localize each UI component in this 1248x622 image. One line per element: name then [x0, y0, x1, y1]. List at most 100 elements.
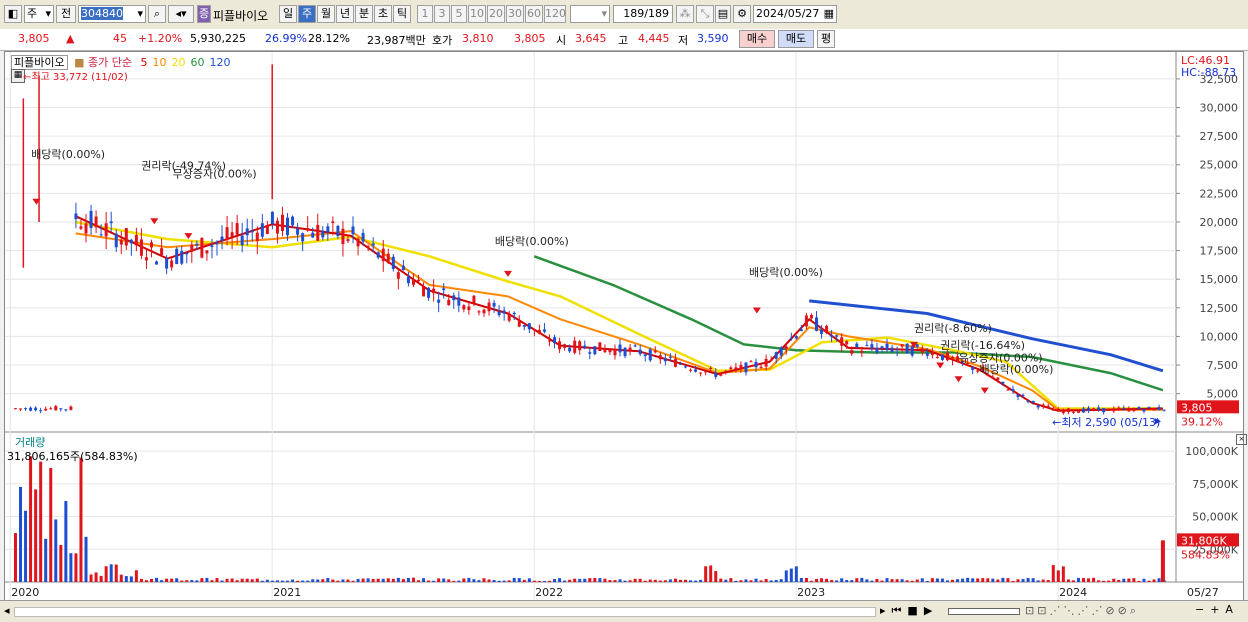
- candle-body: [69, 406, 73, 410]
- interval-button[interactable]: 3: [434, 5, 450, 23]
- prefix-button[interactable]: 전: [56, 5, 76, 23]
- volume-bar: [633, 578, 637, 582]
- open-label: 시: [556, 34, 567, 47]
- candle-body: [673, 358, 677, 367]
- volume-bar: [1107, 580, 1111, 582]
- candle-body: [155, 261, 159, 265]
- volume-bar: [1137, 580, 1141, 582]
- volume-bar: [1157, 578, 1161, 582]
- volume-bar: [134, 570, 138, 582]
- volume-bar: [1097, 580, 1101, 582]
- volume-bar: [391, 578, 395, 582]
- volume-bar: [1092, 577, 1096, 582]
- low-marker: ←최저 2,590 (05/13): [1052, 416, 1160, 429]
- sell-button[interactable]: 매도: [778, 30, 814, 48]
- volume-bar: [205, 577, 209, 582]
- event-label: 배당락(0.00%): [31, 148, 105, 161]
- save-icon[interactable]: ▤: [715, 5, 731, 23]
- candle-body: [643, 354, 647, 357]
- candle-body: [79, 226, 83, 229]
- zoom-slider[interactable]: [948, 608, 1020, 615]
- volume-bar: [563, 580, 567, 582]
- price-tick-label: 5,000: [1207, 388, 1239, 401]
- period-tab[interactable]: 년: [336, 5, 354, 23]
- period-tab[interactable]: 주: [298, 5, 316, 23]
- legend-ma-120: 120: [209, 56, 231, 69]
- period-tab[interactable]: 틱: [393, 5, 411, 23]
- speaker-icon[interactable]: ◂▾: [168, 5, 194, 23]
- volume-bar: [623, 580, 627, 582]
- volume-bar: [945, 580, 949, 582]
- link-icon[interactable]: ⁂: [676, 5, 694, 23]
- volume-bar: [1031, 578, 1035, 582]
- interval-button[interactable]: 10: [468, 5, 486, 23]
- candle-body: [699, 372, 703, 374]
- candle-body: [522, 325, 526, 327]
- candle-body: [769, 359, 773, 361]
- candle-body: [1071, 411, 1075, 413]
- volume-bar: [1102, 580, 1106, 582]
- close-icon[interactable]: ×: [1236, 434, 1247, 445]
- candle-body: [935, 356, 939, 358]
- zoom-icons[interactable]: −+A: [1195, 603, 1239, 616]
- interval-button[interactable]: 1: [417, 5, 433, 23]
- market-select[interactable]: 주 ▾: [24, 5, 54, 23]
- volume-bar: [991, 578, 995, 582]
- interval-button[interactable]: 30: [506, 5, 524, 23]
- candle-body: [1001, 381, 1005, 384]
- event-label: 무상증자(0.00%): [173, 167, 257, 180]
- count-field[interactable]: 189/189: [613, 5, 673, 23]
- volume-bar: [694, 580, 698, 582]
- candle-body: [24, 408, 28, 410]
- playback-controls[interactable]: ▸⏮■▶: [880, 604, 938, 618]
- volume-bar: [29, 456, 33, 582]
- scroll-left-icon[interactable]: ◂: [4, 604, 10, 617]
- volume-bar: [709, 565, 713, 582]
- interval-button[interactable]: 20: [487, 5, 505, 23]
- volume-bar: [986, 578, 990, 582]
- candle-body: [588, 352, 592, 354]
- candle-body: [170, 260, 174, 268]
- interval-select[interactable]: ▾: [570, 5, 610, 23]
- candle-body: [910, 346, 914, 356]
- interval-button[interactable]: 5: [451, 5, 467, 23]
- layout-icon[interactable]: ◧: [4, 5, 22, 23]
- candle-body: [34, 407, 38, 411]
- eval-button[interactable]: 평: [817, 30, 835, 48]
- bid2: 3,805: [514, 32, 546, 45]
- buy-button[interactable]: 매수: [739, 30, 775, 48]
- bid1: 3,810: [462, 32, 494, 45]
- x-axis-label: 2020: [11, 586, 39, 599]
- candle-body: [250, 230, 254, 233]
- volume-bar: [603, 578, 607, 582]
- period-tab[interactable]: 일: [279, 5, 297, 23]
- period-tab[interactable]: 초: [374, 5, 392, 23]
- volume-bar: [255, 578, 259, 582]
- interval-button[interactable]: 60: [525, 5, 543, 23]
- crosshair-icon[interactable]: ⤡: [696, 5, 714, 23]
- period-tab[interactable]: 분: [355, 5, 373, 23]
- gear-icon[interactable]: ⚙: [733, 5, 751, 23]
- volume-bar: [54, 519, 58, 582]
- stock-badge: 증: [197, 5, 211, 23]
- volume-bar: [774, 579, 778, 582]
- tool-icons[interactable]: ⊡⊡⋰⋱⋰⋰⊘⊘⌕: [1025, 604, 1139, 618]
- code-input[interactable]: 304840 ▾: [78, 5, 146, 23]
- volume-bar: [160, 580, 164, 582]
- volume-bar: [825, 578, 829, 582]
- ratio1: 26.99%: [265, 32, 307, 45]
- search-icon[interactable]: ⌕: [148, 5, 166, 23]
- scrollbar[interactable]: [14, 607, 876, 617]
- date-field[interactable]: 2024/05/27 ▦: [753, 5, 837, 23]
- volume-bar: [956, 579, 960, 582]
- candle-body: [814, 317, 818, 331]
- volume-bar: [719, 578, 723, 582]
- interval-button[interactable]: 120: [544, 5, 566, 23]
- candle-body: [996, 377, 1000, 381]
- chart-area[interactable]: 32,500 30,000 27,500 25,000 22,500 20,000 17,5…: [4, 51, 1247, 601]
- volume-bar: [1076, 577, 1080, 582]
- period-tab[interactable]: 월: [317, 5, 335, 23]
- x-axis-label: 2021: [273, 586, 301, 599]
- volume-bar: [900, 579, 904, 582]
- candle-body: [507, 314, 511, 321]
